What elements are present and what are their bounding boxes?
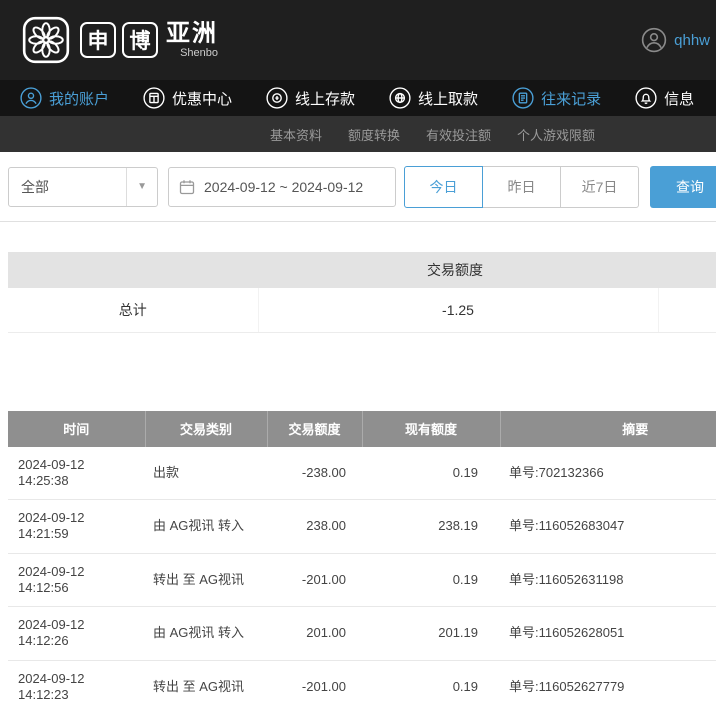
amount-cell: 238.00 xyxy=(267,500,362,554)
subnav-item-basic-info[interactable]: 基本资料 xyxy=(270,125,322,144)
type-cell: 出款 xyxy=(145,447,267,500)
time-cell: 2024-09-12 14:25:38 xyxy=(8,447,145,500)
table-row: 2024-09-12 14:25:38出款-238.000.19单号:70213… xyxy=(8,447,716,500)
type-select[interactable]: 全部 ▼ xyxy=(8,167,158,207)
username-text[interactable]: qhhw xyxy=(674,32,710,49)
site-logo: 申 博 亚洲 Shenbo xyxy=(22,16,218,64)
promo-icon xyxy=(143,87,165,109)
date-range-input[interactable]: 2024-09-12 ~ 2024-09-12 xyxy=(168,167,396,207)
summary-table-title: 交易额度 xyxy=(8,252,716,288)
amount-cell: -201.00 xyxy=(267,553,362,607)
records-subnav: 基本资料 额度转换 有效投注额 个人游戏限额 xyxy=(0,116,716,152)
balance-cell: 0.19 xyxy=(362,660,500,704)
subnav-item-valid-bets[interactable]: 有效投注额 xyxy=(426,125,491,144)
balance-cell: 238.19 xyxy=(362,500,500,554)
memo-cell: 单号:702132366 xyxy=(500,447,716,500)
filter-bar: 全部 ▼ 2024-09-12 ~ 2024-09-12 今日 昨日 近7日 查… xyxy=(0,152,716,222)
table-row: 2024-09-12 14:12:56转出 至 AG视讯-201.000.19单… xyxy=(8,553,716,607)
bell-icon xyxy=(635,87,657,109)
type-cell: 由 AG视讯 转入 xyxy=(145,500,267,554)
nav-item-online-withdraw[interactable]: 线上取款 xyxy=(389,87,478,109)
nav-item-messages[interactable]: 信息 xyxy=(635,87,694,109)
summary-total-label: 总计 xyxy=(8,288,258,332)
balance-cell: 0.19 xyxy=(362,553,500,607)
nav-item-records[interactable]: 往来记录 xyxy=(512,87,601,109)
flower-logo-icon xyxy=(22,16,70,64)
quick-today-button[interactable]: 今日 xyxy=(404,166,483,208)
summary-empty-cell xyxy=(658,288,716,332)
time-cell: 2024-09-12 14:12:56 xyxy=(8,553,145,607)
withdraw-icon xyxy=(389,87,411,109)
type-cell: 转出 至 AG视讯 xyxy=(145,660,267,704)
transactions-header-row: 时间 交易类别 交易额度 现有额度 摘要 xyxy=(8,411,716,447)
user-avatar-icon xyxy=(641,27,667,53)
quick-range-group: 今日 昨日 近7日 xyxy=(404,166,639,208)
logo-subtitle: Shenbo xyxy=(180,47,218,59)
transactions-body: 2024-09-12 14:25:38出款-238.000.19单号:70213… xyxy=(8,447,716,704)
date-range-value: 2024-09-12 ~ 2024-09-12 xyxy=(204,179,363,195)
table-row: 2024-09-12 14:21:59由 AG视讯 转入238.00238.19… xyxy=(8,500,716,554)
summary-row: 总计 -1.25 xyxy=(8,288,716,332)
col-header-amount: 交易额度 xyxy=(267,411,362,447)
amount-cell: -238.00 xyxy=(267,447,362,500)
account-menu[interactable]: qhhw xyxy=(641,27,710,53)
records-icon xyxy=(512,87,534,109)
memo-cell: 单号:116052628051 xyxy=(500,607,716,661)
type-select-value: 全部 xyxy=(21,177,49,197)
table-row: 2024-09-12 14:12:23转出 至 AG视讯-201.000.19单… xyxy=(8,660,716,704)
logo-char-bo: 博 xyxy=(122,22,158,58)
quick-last7days-button[interactable]: 近7日 xyxy=(560,166,639,208)
balance-cell: 0.19 xyxy=(362,447,500,500)
col-header-type: 交易类别 xyxy=(145,411,267,447)
chevron-down-icon: ▼ xyxy=(126,168,157,206)
time-cell: 2024-09-12 14:12:23 xyxy=(8,660,145,704)
memo-cell: 单号:116052683047 xyxy=(500,500,716,554)
subnav-item-game-limits[interactable]: 个人游戏限额 xyxy=(517,125,595,144)
nav-item-promotions[interactable]: 优惠中心 xyxy=(143,87,232,109)
user-icon xyxy=(20,87,42,109)
col-header-balance: 现有额度 xyxy=(362,411,500,447)
type-cell: 由 AG视讯 转入 xyxy=(145,607,267,661)
nav-item-online-deposit[interactable]: 线上存款 xyxy=(266,87,355,109)
logo-region-text: 亚洲 xyxy=(166,21,218,46)
time-cell: 2024-09-12 14:21:59 xyxy=(8,500,145,554)
subnav-item-quota-transfer[interactable]: 额度转换 xyxy=(348,125,400,144)
col-header-time: 时间 xyxy=(8,411,145,447)
main-nav: 我的账户 优惠中心 线上存款 线上取款 往来记录 信息 xyxy=(0,80,716,116)
summary-table: 交易额度 总计 -1.25 xyxy=(8,252,716,333)
calendar-icon xyxy=(179,179,195,195)
summary-total-value: -1.25 xyxy=(258,288,658,332)
balance-cell: 201.19 xyxy=(362,607,500,661)
col-header-memo: 摘要 xyxy=(500,411,716,447)
memo-cell: 单号:116052627779 xyxy=(500,660,716,704)
quick-yesterday-button[interactable]: 昨日 xyxy=(482,166,561,208)
table-row: 2024-09-12 14:12:26由 AG视讯 转入201.00201.19… xyxy=(8,607,716,661)
amount-cell: -201.00 xyxy=(267,660,362,704)
memo-cell: 单号:116052631198 xyxy=(500,553,716,607)
deposit-icon xyxy=(266,87,288,109)
type-cell: 转出 至 AG视讯 xyxy=(145,553,267,607)
transactions-table: 时间 交易类别 交易额度 现有额度 摘要 2024-09-12 14:25:38… xyxy=(8,411,716,704)
top-header: 申 博 亚洲 Shenbo qhhw xyxy=(0,0,716,80)
search-button[interactable]: 查询 xyxy=(650,166,716,208)
amount-cell: 201.00 xyxy=(267,607,362,661)
time-cell: 2024-09-12 14:12:26 xyxy=(8,607,145,661)
logo-char-shen: 申 xyxy=(80,22,116,58)
nav-item-my-account[interactable]: 我的账户 xyxy=(20,87,109,109)
